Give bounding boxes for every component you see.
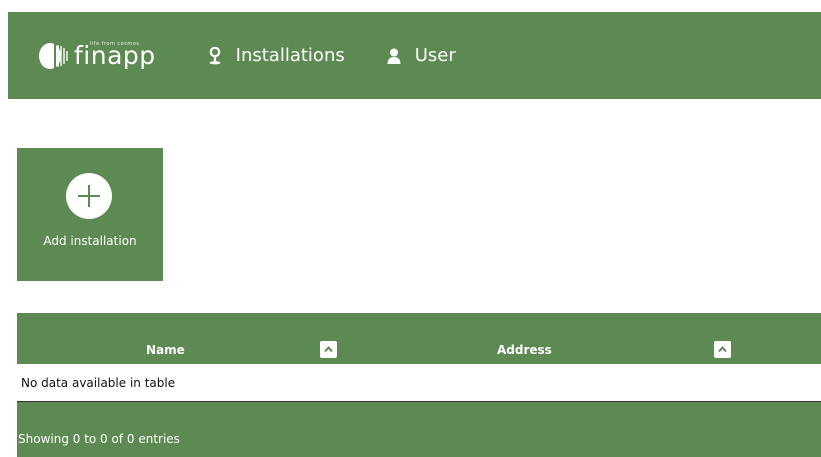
pin-icon — [209, 46, 221, 64]
plus-circle-icon — [66, 173, 112, 219]
top-navbar: life from cosmos finapp Installations Us… — [8, 12, 821, 99]
brand-tagline: life from cosmos — [90, 40, 140, 47]
user-icon — [387, 48, 401, 64]
add-installation-button[interactable]: Add installation — [17, 148, 163, 281]
table-body: No data available in table — [17, 364, 821, 402]
empty-table-message: No data available in table — [21, 376, 176, 390]
table-info: Showing 0 to 0 of 0 entries — [18, 432, 180, 446]
sort-address-button[interactable] — [714, 341, 731, 358]
sort-up-icon — [324, 345, 333, 353]
nav-installations-label: Installations — [235, 45, 345, 66]
brand-name: life from cosmos finapp — [74, 41, 156, 71]
brand-logo[interactable]: life from cosmos finapp — [37, 41, 156, 71]
column-header-address[interactable]: Address — [497, 343, 552, 357]
column-header-name[interactable]: Name — [146, 343, 185, 357]
table-footer: Showing 0 to 0 of 0 entries — [17, 402, 821, 457]
finapp-logo-icon — [39, 41, 68, 70]
table-header: Name Address — [17, 313, 821, 364]
nav-installations[interactable]: Installations — [208, 45, 345, 66]
nav-user-label: User — [414, 45, 456, 66]
sort-name-button[interactable] — [320, 341, 337, 358]
add-installation-label: Add installation — [43, 234, 137, 248]
nav-user[interactable]: User — [387, 45, 456, 66]
sort-up-icon — [718, 345, 727, 353]
installations-table: Name Address No data available in table … — [17, 313, 821, 457]
